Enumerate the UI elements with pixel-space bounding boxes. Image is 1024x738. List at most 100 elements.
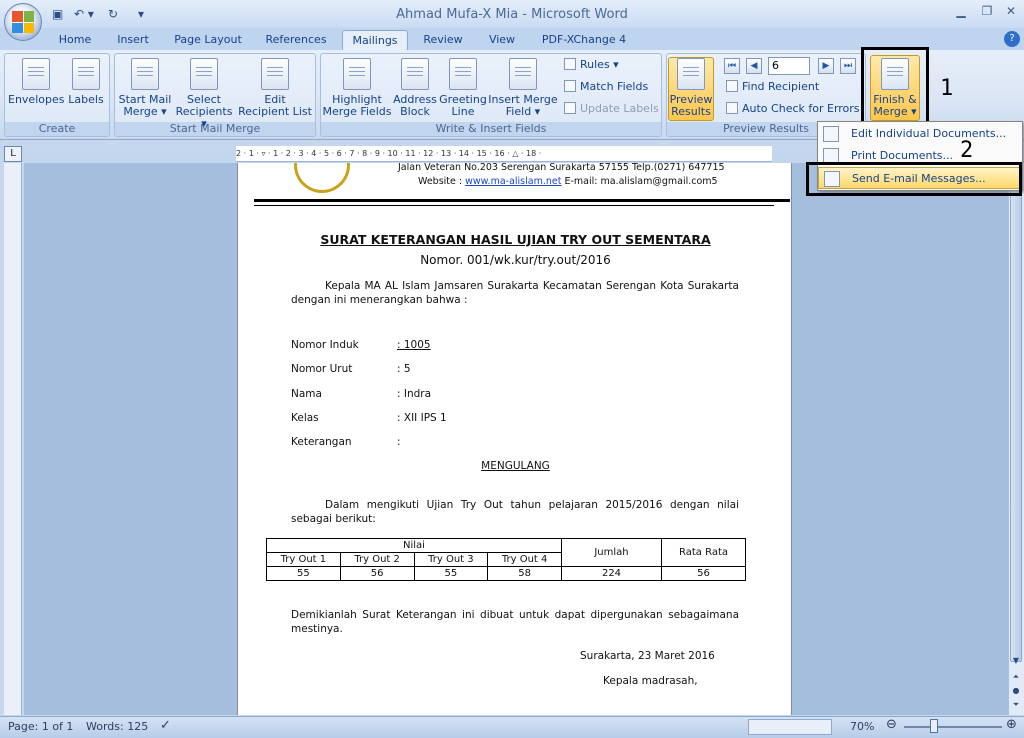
table-header-cell: Try Out 3 — [413, 552, 489, 567]
closing-paragraph: Demikianlah Surat Keterangan ini dibuat … — [291, 609, 739, 635]
tab-insert[interactable]: Insert — [108, 30, 158, 50]
annotation-box-1 — [861, 47, 929, 127]
tab-selector-button[interactable]: L — [4, 146, 22, 162]
greeting-label-2: Line — [451, 105, 475, 118]
labels-label: Labels — [68, 93, 104, 106]
menu-item-edit-individual[interactable]: Edit Individual Documents... — [818, 123, 1022, 145]
find-recipient-label: Find Recipient — [742, 80, 820, 93]
preview-label-2: Results — [671, 105, 711, 118]
group-label: Create — [5, 122, 109, 136]
header-rule-thin — [254, 205, 774, 206]
intro-paragraph: Kepala MA AL Islam Jamsaren Surakarta Ke… — [291, 280, 739, 306]
field-value: : 5 — [397, 363, 411, 375]
field-label: Nama — [291, 388, 322, 400]
first-record-button[interactable]: ⏮ — [724, 58, 740, 74]
zoom-level[interactable]: 70% — [850, 720, 874, 733]
tab-pdf-xchange[interactable]: PDF-XChange 4 — [536, 30, 632, 50]
match-fields-icon — [564, 80, 576, 92]
menu-item-label: Print Documents... — [851, 149, 954, 162]
table-header-cell: Try Out 2 — [339, 552, 415, 567]
next-page-icon[interactable]: ⏷ — [1009, 698, 1023, 712]
tab-home[interactable]: Home — [52, 30, 98, 50]
zoom-out-icon[interactable]: ⊖ — [886, 717, 897, 732]
menu-item-label: Edit Individual Documents... — [851, 127, 1007, 140]
tab-view[interactable]: View — [480, 30, 524, 50]
tab-mailings[interactable]: Mailings — [342, 30, 408, 50]
highlight-merge-fields-button[interactable]: Highlight Merge Fields — [322, 58, 392, 118]
auto-check-label: Auto Check for Errors — [742, 102, 860, 115]
envelopes-button[interactable]: Envelopes — [8, 58, 64, 106]
update-labels-button[interactable]: Update Labels — [564, 100, 659, 118]
word-count[interactable]: Words: 125 — [86, 720, 148, 733]
start-mail-merge-label-2: Merge ▾ — [123, 105, 167, 118]
address-label-2: Block — [400, 105, 430, 118]
office-logo-icon — [12, 11, 34, 33]
document-page[interactable]: Jalan Veteran No.203 Serengan Surakarta … — [237, 163, 792, 715]
previous-page-icon[interactable]: ⏶ — [1009, 670, 1023, 684]
website-link[interactable]: www.ma-alislam.net — [465, 176, 561, 187]
school-logo — [294, 163, 350, 193]
rules-button[interactable]: Rules ▾ — [564, 56, 619, 74]
greeting-line-icon — [449, 58, 477, 90]
highlight-merge-fields-icon — [343, 58, 371, 90]
zoom-in-icon[interactable]: ⊕ — [1006, 717, 1017, 732]
start-mail-merge-button[interactable]: Start Mail Merge ▾ — [116, 58, 174, 118]
edit-recipient-list-button[interactable]: Edit Recipient List — [238, 58, 312, 118]
address-block-icon — [401, 58, 429, 90]
start-mail-merge-icon — [131, 58, 159, 90]
office-button[interactable] — [4, 3, 42, 41]
match-fields-button[interactable]: Match Fields — [564, 78, 648, 96]
window-title: Ahmad Mufa-X Mia - Microsoft Word — [396, 7, 628, 22]
update-labels-label: Update Labels — [580, 102, 659, 115]
table-header-rata: Rata Rata — [661, 538, 746, 567]
address-block-button[interactable]: Address Block — [392, 58, 438, 118]
email-text: E-mail: ma.alislam@gmail.com5 — [561, 176, 718, 187]
scroll-thumb[interactable] — [1010, 182, 1022, 662]
scroll-down-icon[interactable]: ▼ — [1009, 654, 1023, 668]
last-record-button[interactable]: ⏭ — [840, 58, 856, 74]
proofing-icon[interactable]: ✓ — [160, 718, 171, 733]
auto-check-errors-button[interactable]: Auto Check for Errors — [726, 100, 860, 118]
greeting-line-button[interactable]: Greeting Line — [438, 58, 488, 118]
next-record-button[interactable]: ▶ — [818, 58, 834, 74]
table-header-cell: Try Out 1 — [266, 552, 341, 567]
header-contacts: Website : www.ma-alislam.net E-mail: ma.… — [418, 175, 718, 189]
zoom-slider[interactable] — [904, 726, 1002, 728]
close-button[interactable]: ✕ — [1000, 4, 1022, 22]
view-buttons[interactable] — [748, 719, 832, 735]
update-labels-icon — [564, 102, 576, 114]
labels-button[interactable]: Labels — [66, 58, 106, 106]
vertical-ruler[interactable] — [4, 163, 22, 715]
page-count[interactable]: Page: 1 of 1 — [8, 720, 73, 733]
minimize-button[interactable]: ▁ — [950, 4, 972, 22]
table-row: Nilai Jumlah Rata Rata — [266, 538, 746, 567]
horizontal-ruler[interactable]: 2 · 1 · ▿ · 1 · 2 · 3 · 4 · 5 · 6 · 7 · … — [236, 146, 772, 162]
previous-record-button[interactable]: ◀ — [746, 58, 762, 74]
tab-review[interactable]: Review — [416, 30, 470, 50]
tab-page-layout[interactable]: Page Layout — [170, 30, 246, 50]
envelopes-label: Envelopes — [8, 93, 65, 106]
table-row: 55 56 55 58 224 56 — [266, 566, 746, 581]
field-label: Keterangan — [291, 436, 352, 448]
select-recipients-button[interactable]: Select Recipients ▾ — [172, 58, 236, 130]
field-label: Nomor Induk — [291, 339, 359, 351]
table-cell: 55 — [266, 566, 341, 581]
website-label: Website : — [418, 176, 466, 187]
select-recipients-label-2: Recipients ▾ — [175, 105, 233, 130]
insert-merge-field-button[interactable]: Insert Merge Field ▾ — [488, 58, 558, 118]
record-number-input[interactable]: 6 — [768, 57, 810, 75]
help-icon[interactable]: ? — [1004, 31, 1020, 47]
annotation-1: 1 — [940, 76, 954, 101]
zoom-slider-thumb[interactable] — [930, 719, 938, 733]
tab-references[interactable]: References — [258, 30, 334, 50]
table-cell: 56 — [339, 566, 415, 581]
find-recipient-button[interactable]: Find Recipient — [726, 78, 819, 96]
select-browse-object-icon[interactable]: ● — [1009, 684, 1023, 698]
restore-button[interactable]: ❐ — [976, 4, 998, 22]
score-paragraph: Dalam mengikuti Ujian Try Out tahun pela… — [291, 499, 739, 525]
place-date: Surakarta, 23 Maret 2016 — [580, 650, 715, 662]
signature-title: Kepala madrasah, — [603, 675, 698, 687]
annotation-box-2 — [806, 162, 1022, 196]
table-cell: 56 — [661, 566, 746, 581]
preview-results-button[interactable]: Preview Results — [668, 58, 714, 118]
